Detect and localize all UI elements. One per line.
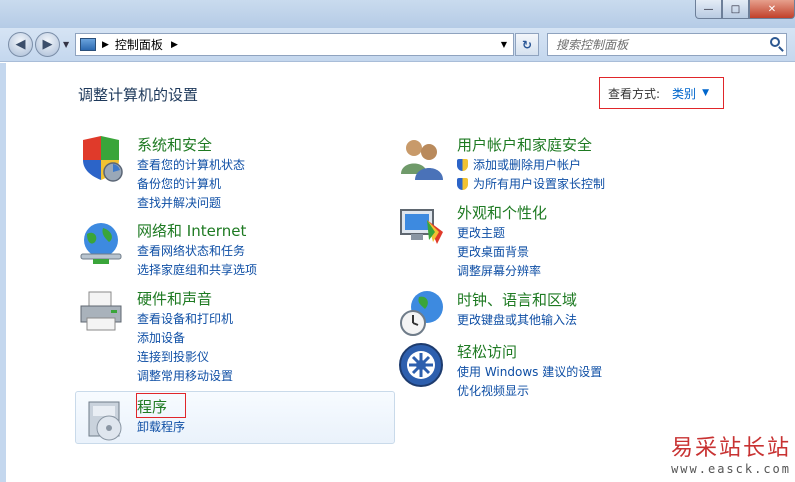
forward-button[interactable]: ▶	[35, 32, 60, 57]
watermark-url: www.easck.com	[671, 462, 791, 476]
task-link[interactable]: 添加设备	[137, 329, 233, 348]
back-arrow-icon: ◀	[15, 37, 26, 52]
breadcrumb-separator-icon[interactable]: ▶	[102, 40, 109, 50]
minimize-button[interactable]: —	[695, 0, 722, 19]
main-content: 调整计算机的设置 查看方式: 类别 ▼ 系统和安全 查看您的计算机状态 备份您的…	[0, 63, 795, 482]
task-link[interactable]: 优化视频显示	[457, 382, 602, 401]
category-title[interactable]: 系统和安全	[137, 134, 212, 155]
maximize-button[interactable]: □	[722, 0, 749, 19]
address-dropdown-icon[interactable]: ▼	[501, 40, 507, 49]
task-link[interactable]: 为所有用户设置家长控制	[457, 175, 605, 194]
page-title: 调整计算机的设置	[78, 86, 199, 104]
watermark-text: 易采站长站	[670, 436, 791, 461]
task-link[interactable]: 调整屏幕分辨率	[457, 262, 541, 281]
forward-arrow-icon: ▶	[42, 37, 53, 52]
address-bar[interactable]: ▶ 控制面板 ▶ ▼	[75, 33, 514, 56]
recent-pages-dropdown[interactable]: ▼	[63, 40, 69, 49]
printer-icon	[80, 291, 122, 331]
close-button[interactable]: ✕	[749, 0, 795, 19]
category-title[interactable]: 外观和个性化	[457, 202, 547, 223]
watermark: 易采站长站 www.easck.com	[671, 430, 791, 476]
task-link[interactable]: 查看设备和打印机	[137, 310, 233, 329]
category-title[interactable]: 轻松访问	[457, 341, 517, 362]
monitor-palette-icon	[400, 209, 443, 244]
refresh-button[interactable]: ↻	[515, 33, 539, 56]
category-title[interactable]: 时钟、语言和区域	[457, 289, 577, 310]
control-panel-icon	[80, 38, 96, 51]
shield-windows-icon	[83, 136, 123, 182]
task-link[interactable]: 更改键盘或其他输入法	[457, 311, 577, 330]
task-link[interactable]: 查看您的计算机状态	[137, 156, 245, 175]
programs-disc-icon	[88, 401, 122, 441]
title-bar: — □ ✕	[0, 0, 795, 28]
category-title[interactable]: 用户帐户和家庭安全	[457, 134, 592, 155]
users-icon	[401, 140, 443, 180]
task-link[interactable]: 使用 Windows 建议的设置	[457, 363, 602, 382]
search-icon[interactable]	[770, 37, 780, 47]
category-title[interactable]: 硬件和声音	[137, 288, 212, 309]
category-title[interactable]: 程序	[137, 396, 167, 417]
clock-globe-icon	[400, 291, 443, 336]
view-by-label: 查看方式:	[608, 86, 661, 101]
network-globe-icon	[80, 223, 122, 264]
breadcrumb-control-panel[interactable]: 控制面板	[115, 36, 163, 53]
navigation-bar: ◀ ▶ ▼ ▶ 控制面板 ▶ ▼ ↻	[0, 28, 795, 62]
task-link[interactable]: 更改桌面背景	[457, 243, 541, 262]
task-link[interactable]: 备份您的计算机	[137, 175, 245, 194]
window-controls: — □ ✕	[695, 0, 795, 19]
view-by-value[interactable]: 类别	[672, 85, 696, 102]
task-link[interactable]: 更改主题	[457, 224, 541, 243]
task-link[interactable]: 查看网络状态和任务	[137, 242, 257, 261]
view-by-selector: 查看方式: 类别 ▼	[599, 77, 724, 109]
task-link[interactable]: 添加或删除用户帐户	[457, 156, 605, 175]
task-link[interactable]: 调整常用移动设置	[137, 367, 233, 386]
breadcrumb-separator-icon[interactable]: ▶	[171, 40, 178, 50]
back-button[interactable]: ◀	[8, 32, 33, 57]
task-link[interactable]: 卸载程序	[137, 418, 185, 437]
task-link[interactable]: 连接到投影仪	[137, 348, 233, 367]
search-input[interactable]	[556, 37, 756, 52]
refresh-icon: ↻	[521, 37, 533, 52]
category-title[interactable]: 网络和 Internet	[137, 220, 246, 241]
ease-of-access-icon	[399, 343, 443, 387]
task-link[interactable]: 选择家庭组和共享选项	[137, 261, 257, 280]
task-link[interactable]: 查找并解决问题	[137, 194, 245, 213]
search-box[interactable]	[547, 33, 787, 56]
dropdown-arrow-icon[interactable]: ▼	[702, 88, 709, 98]
